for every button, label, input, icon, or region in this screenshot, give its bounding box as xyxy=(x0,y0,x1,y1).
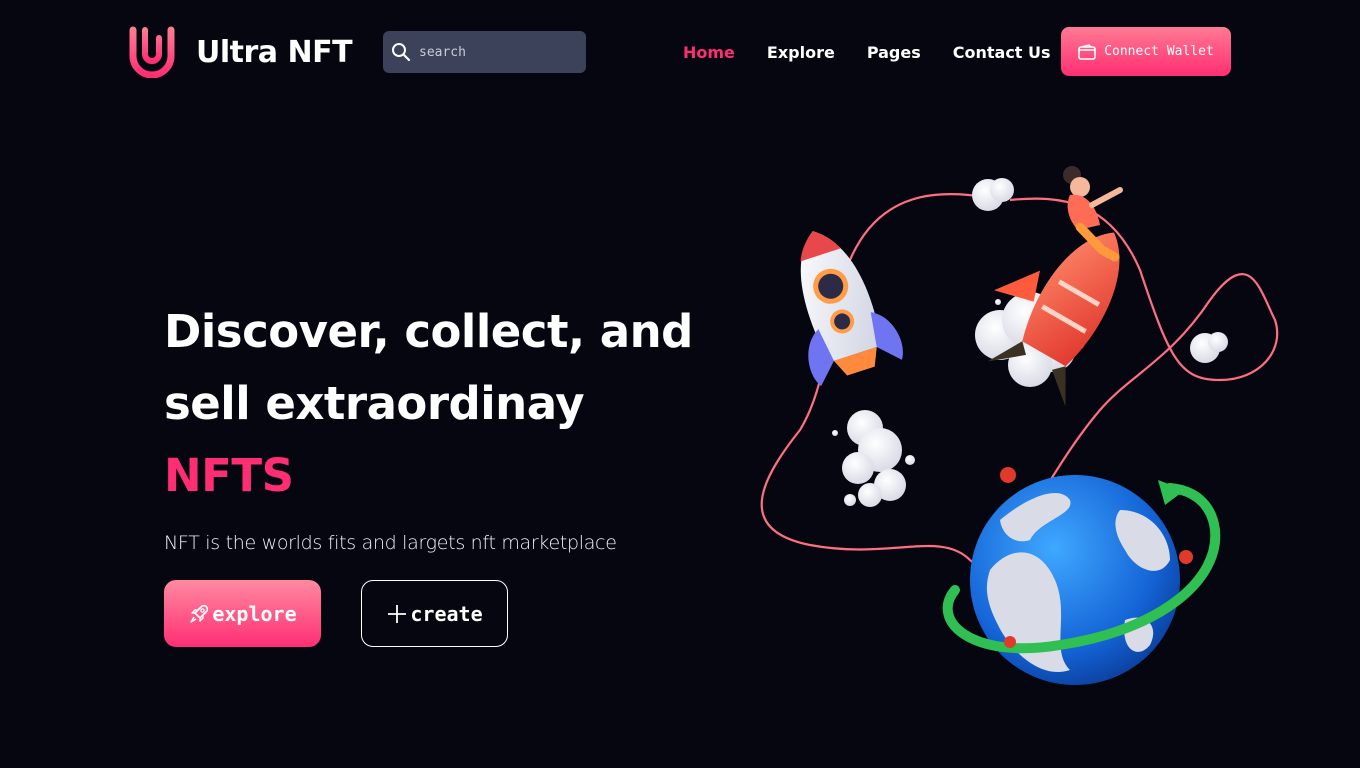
nav-item-explore[interactable]: Explore xyxy=(767,43,835,62)
globe xyxy=(942,467,1221,685)
explore-button[interactable]: explore xyxy=(164,580,321,647)
hero-subtitle: NFT is the worlds fits and largets nft m… xyxy=(164,532,617,554)
nav-item-home[interactable]: Home xyxy=(683,43,735,62)
hero-title-accent: NFTS xyxy=(164,449,294,502)
hero-title-line-2: sell extraordinay xyxy=(164,377,585,430)
nav-links: Home Explore Pages Contact Us xyxy=(683,40,1051,64)
rocket-icon xyxy=(190,604,209,623)
connect-wallet-button[interactable]: Connect Wallet xyxy=(1061,27,1231,76)
wallet-icon xyxy=(1078,43,1097,60)
logo-icon xyxy=(129,26,175,78)
create-label: create xyxy=(410,601,483,626)
nav-item-contact-us[interactable]: Contact Us xyxy=(953,43,1051,62)
search-input[interactable] xyxy=(417,43,577,61)
connect-wallet-label: Connect Wallet xyxy=(1104,44,1214,59)
search-icon xyxy=(392,43,411,62)
brand-name: Ultra NFT xyxy=(196,34,353,70)
logo[interactable]: Ultra NFT xyxy=(128,26,353,78)
nav-item-pages[interactable]: Pages xyxy=(867,43,921,62)
plus-icon xyxy=(388,604,407,623)
white-rocket xyxy=(800,231,903,387)
hero-title: Discover, collect, and sell extraordinay… xyxy=(164,296,724,512)
red-rocket xyxy=(987,232,1120,407)
search-box[interactable] xyxy=(383,31,586,73)
explore-label: explore xyxy=(212,601,297,626)
hero-illustration xyxy=(760,166,1279,685)
create-button[interactable]: create xyxy=(361,580,508,647)
navbar: Ultra NFT Home Explore Pages Contact Us … xyxy=(0,0,1360,104)
hero-title-line-1: Discover, collect, and xyxy=(164,305,693,358)
smoke-cloud xyxy=(832,410,915,507)
